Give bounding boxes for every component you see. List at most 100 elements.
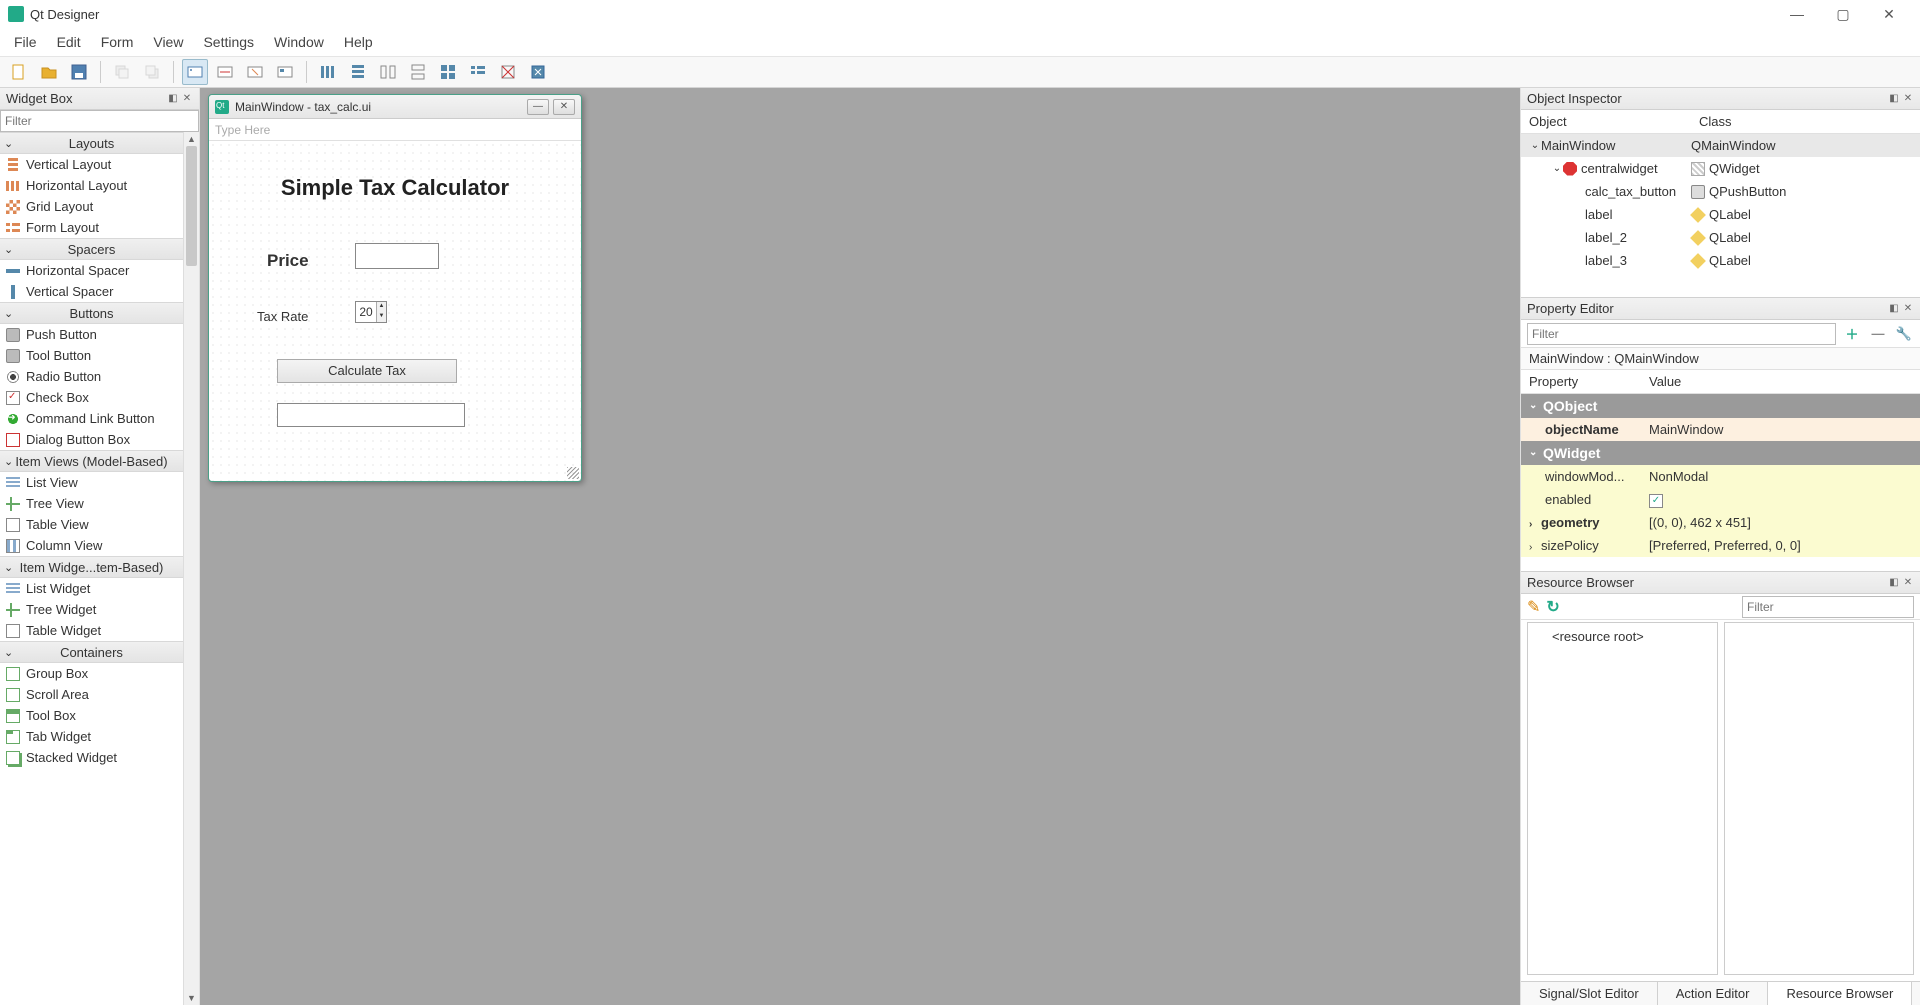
widget-item[interactable]: Vertical Spacer [0, 281, 183, 302]
tool-layout-v-icon[interactable] [345, 59, 371, 85]
widget-group-header[interactable]: ⌄Buttons [0, 302, 183, 324]
form-minimize-button[interactable]: — [527, 99, 549, 115]
window-maximize-button[interactable]: ▢ [1820, 0, 1866, 28]
tab-signal-slot-editor[interactable]: Signal/Slot Editor [1521, 982, 1658, 1005]
property-row[interactable]: enabled✓ [1521, 488, 1920, 511]
resource-root-item[interactable]: <resource root> [1528, 623, 1717, 650]
widget-item[interactable]: Tree Widget [0, 599, 183, 620]
close-panel-icon[interactable]: ✕ [181, 93, 193, 105]
float-icon[interactable]: ◧ [1888, 577, 1900, 589]
widget-item[interactable]: Dialog Button Box [0, 429, 183, 450]
close-panel-icon[interactable]: ✕ [1902, 303, 1914, 315]
tax-rate-value[interactable]: 20 [356, 302, 376, 322]
spin-up-icon[interactable]: ▲ [377, 302, 386, 312]
menu-window[interactable]: Window [264, 30, 334, 54]
form-window[interactable]: MainWindow - tax_calc.ui — ✕ Type Here S… [208, 94, 582, 482]
menu-file[interactable]: File [4, 30, 47, 54]
widget-item[interactable]: List View [0, 472, 183, 493]
window-minimize-button[interactable]: — [1774, 0, 1820, 28]
widget-box-filter-input[interactable] [0, 110, 199, 132]
object-inspector-tree[interactable]: ⌄MainWindowQMainWindow⌄centralwidgetQWid… [1521, 134, 1920, 297]
widget-item[interactable]: Horizontal Layout [0, 175, 183, 196]
object-tree-row[interactable]: labelQLabel [1521, 203, 1920, 226]
tool-save-icon[interactable] [66, 59, 92, 85]
property-group-header[interactable]: ⌄QWidget [1521, 441, 1920, 465]
tax-rate-label[interactable]: Tax Rate [257, 309, 308, 324]
result-output[interactable] [277, 403, 465, 427]
widget-item[interactable]: Check Box [0, 387, 183, 408]
widget-item[interactable]: Scroll Area [0, 684, 183, 705]
tool-layout-grid-icon[interactable] [435, 59, 461, 85]
object-tree-row[interactable]: ⌄centralwidgetQWidget [1521, 157, 1920, 180]
widget-group-header[interactable]: ⌄Item Widge...tem-Based) [0, 556, 183, 578]
price-input[interactable] [355, 243, 439, 269]
float-icon[interactable]: ◧ [1888, 303, 1900, 315]
menu-view[interactable]: View [143, 30, 193, 54]
float-icon[interactable]: ◧ [1888, 93, 1900, 105]
widget-item[interactable]: Table Widget [0, 620, 183, 641]
property-group-header[interactable]: ⌄QObject [1521, 394, 1920, 418]
design-canvas[interactable]: MainWindow - tax_calc.ui — ✕ Type Here S… [200, 88, 1520, 1005]
widget-group-header[interactable]: ⌄Layouts [0, 132, 183, 154]
tool-layout-hsplit-icon[interactable] [375, 59, 401, 85]
widget-group-header[interactable]: ⌄Spacers [0, 238, 183, 260]
menu-help[interactable]: Help [334, 30, 383, 54]
widget-item[interactable]: Column View [0, 535, 183, 556]
col-class[interactable]: Class [1691, 110, 1740, 133]
price-label[interactable]: Price [267, 251, 309, 271]
window-close-button[interactable]: ✕ [1866, 0, 1912, 28]
widget-item[interactable]: Tab Widget [0, 726, 183, 747]
resize-grip-icon[interactable] [567, 467, 579, 479]
tool-open-icon[interactable] [36, 59, 62, 85]
widget-item[interactable]: Stacked Widget [0, 747, 183, 768]
calculate-tax-button[interactable]: Calculate Tax [277, 359, 457, 383]
property-row[interactable]: ›geometry[(0, 0), 462 x 451] [1521, 511, 1920, 534]
edit-resource-icon[interactable]: ✎ [1527, 597, 1540, 617]
property-list[interactable]: ⌄QObjectobjectNameMainWindow⌄QWidgetwind… [1521, 394, 1920, 571]
form-titlebar[interactable]: MainWindow - tax_calc.ui — ✕ [209, 95, 581, 119]
tool-editwidgets-icon[interactable] [182, 59, 208, 85]
widget-box-scrollbar[interactable]: ▲ ▼ [183, 132, 199, 1005]
resource-preview-pane[interactable] [1724, 622, 1915, 975]
tool-adjust-size-icon[interactable] [525, 59, 551, 85]
col-property[interactable]: Property [1521, 370, 1641, 393]
widget-item[interactable]: Push Button [0, 324, 183, 345]
property-row[interactable]: windowMod...NonModal [1521, 465, 1920, 488]
widget-item[interactable]: Radio Button [0, 366, 183, 387]
form-close-button[interactable]: ✕ [553, 99, 575, 115]
widget-group-header[interactable]: ⌄Item Views (Model-Based) [0, 450, 183, 472]
property-row[interactable]: objectNameMainWindow [1521, 418, 1920, 441]
scroll-up-icon[interactable]: ▲ [184, 132, 199, 146]
tool-layout-h-icon[interactable] [315, 59, 341, 85]
tool-layout-vsplit-icon[interactable] [405, 59, 431, 85]
widget-item[interactable]: Horizontal Spacer [0, 260, 183, 281]
tool-break-layout-icon[interactable] [495, 59, 521, 85]
widget-box-list[interactable]: ⌄LayoutsVertical LayoutHorizontal Layout… [0, 132, 183, 1005]
widget-group-header[interactable]: ⌄Containers [0, 641, 183, 663]
widget-item[interactable]: Form Layout [0, 217, 183, 238]
tab-action-editor[interactable]: Action Editor [1658, 982, 1769, 1005]
widget-item[interactable]: Grid Layout [0, 196, 183, 217]
widget-item[interactable]: Table View [0, 514, 183, 535]
object-tree-row[interactable]: label_2QLabel [1521, 226, 1920, 249]
property-row[interactable]: ›sizePolicy[Preferred, Preferred, 0, 0] [1521, 534, 1920, 557]
spin-down-icon[interactable]: ▼ [377, 312, 386, 322]
widget-item[interactable]: Tool Button [0, 345, 183, 366]
resource-tree-pane[interactable]: <resource root> [1527, 622, 1718, 975]
property-filter-input[interactable] [1527, 323, 1836, 345]
object-tree-row[interactable]: ⌄MainWindowQMainWindow [1521, 134, 1920, 157]
tool-editbuddies-icon[interactable] [242, 59, 268, 85]
widget-item[interactable]: Tree View [0, 493, 183, 514]
widget-item[interactable]: Command Link Button [0, 408, 183, 429]
tool-new-icon[interactable] [6, 59, 32, 85]
form-menubar[interactable]: Type Here [209, 119, 581, 141]
widget-item[interactable]: Vertical Layout [0, 154, 183, 175]
object-tree-row[interactable]: label_3QLabel [1521, 249, 1920, 272]
menu-settings[interactable]: Settings [193, 30, 264, 54]
widget-item[interactable]: Tool Box [0, 705, 183, 726]
widget-item[interactable]: List Widget [0, 578, 183, 599]
col-object[interactable]: Object [1521, 110, 1691, 133]
object-tree-row[interactable]: calc_tax_buttonQPushButton [1521, 180, 1920, 203]
col-value[interactable]: Value [1641, 370, 1689, 393]
close-panel-icon[interactable]: ✕ [1902, 93, 1914, 105]
